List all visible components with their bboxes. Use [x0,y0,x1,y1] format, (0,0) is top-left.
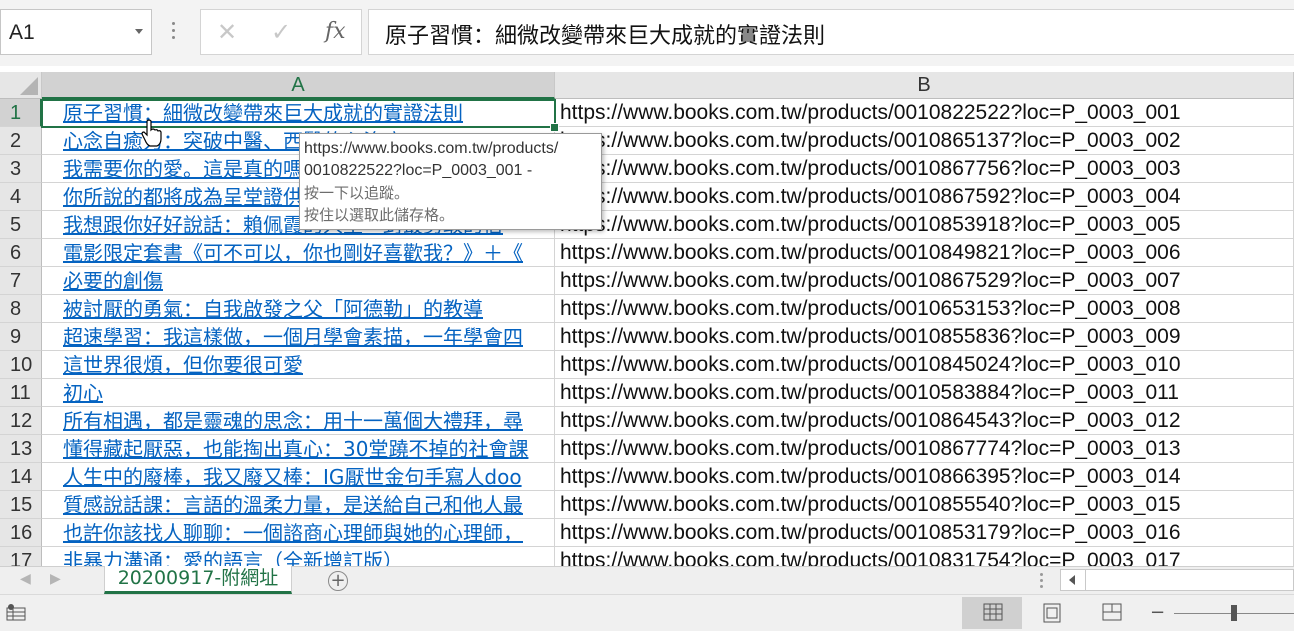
cell-a-hyperlink[interactable]: 初心 [42,379,555,407]
row-header[interactable]: 8 [0,295,42,323]
zoom-thumb[interactable] [1231,605,1237,621]
cancel-icon[interactable]: ✕ [217,18,237,46]
row-header[interactable]: 14 [0,463,42,491]
formula-input[interactable]: 原子習慣：細微改變帶來巨大成就的實證法則 [368,9,1294,55]
row-header[interactable]: 5 [0,211,42,239]
cell-b-url[interactable]: https://www.books.com.tw/products/001085… [555,519,1294,547]
row-header[interactable]: 13 [0,435,42,463]
cell-b-url[interactable]: https://www.books.com.tw/products/001086… [555,155,1294,183]
insert-function-icon[interactable]: fx [325,19,346,44]
cell-b-url[interactable]: https://www.books.com.tw/products/001086… [555,127,1294,155]
tooltip-select-hint: 按住以選取此儲存格。 [304,206,455,224]
row-header[interactable]: 9 [0,323,42,351]
name-box-value[interactable]: A1 [9,21,35,45]
cell-b-url[interactable]: https://www.books.com.tw/products/001084… [555,239,1294,267]
cell-b-url[interactable]: https://www.books.com.tw/products/001086… [555,407,1294,435]
cell-a-hyperlink[interactable]: 也許你該找人聊聊：一個諮商心理師與她的心理師， [42,519,555,547]
row-header[interactable]: 15 [0,491,42,519]
cell-a-hyperlink[interactable]: 電影限定套書《可不可以，你也剛好喜歡我？》＋《 [42,239,555,267]
select-all-button[interactable] [0,72,42,99]
row-header[interactable]: 11 [0,379,42,407]
worksheet-grid[interactable]: A B 1 原子習慣：細微改變帶來巨大成就的實證法則 https://www.boo… [0,72,1294,566]
prev-sheet-icon[interactable]: ◀ [20,571,31,587]
row-header[interactable]: 16 [0,519,42,547]
chevron-down-icon[interactable] [135,29,143,34]
row-header[interactable]: 1 [0,99,42,127]
cell-a-hyperlink[interactable]: 所有相遇，都是靈魂的思念：用十一萬個大禮拜，尋 [42,407,555,435]
tab-splitter-icon[interactable] [1040,573,1044,591]
next-sheet-icon[interactable]: ▶ [50,571,61,587]
more-options-icon[interactable] [172,22,176,42]
cell-a-hyperlink[interactable]: 非暴力溝通：愛的語言（全新增訂版） [42,547,555,566]
scroll-left-icon[interactable] [1061,570,1086,590]
cell-a-hyperlink[interactable]: 這世界很煩，但你要很可愛 [42,351,555,379]
row-header[interactable]: 2 [0,127,42,155]
cell-a-hyperlink[interactable]: 人生中的廢棒，我又廢又棒：IG厭世金句手寫人doo [42,463,555,491]
cell-b-url[interactable]: https://www.books.com.tw/products/001065… [555,295,1294,323]
formula-buttons: ✕ ✓ fx [200,9,362,55]
cell-b-url[interactable]: https://www.books.com.tw/products/001085… [555,491,1294,519]
fill-handle[interactable] [550,123,559,132]
tooltip-url-line2: 0010822522?loc=P_0003_001 - [304,162,533,179]
sheet-tab-bar: ◀ ▶ 20200917-附網址 + [0,566,1294,595]
column-header-b[interactable]: B [555,72,1294,99]
cell-b-url[interactable]: https://www.books.com.tw/products/001084… [555,351,1294,379]
row-header[interactable]: 17 [0,547,42,566]
cell-b-url[interactable]: https://www.books.com.tw/products/001058… [555,379,1294,407]
normal-view-button[interactable] [962,597,1022,629]
cell-a-hyperlink[interactable]: 被討厭的勇氣：自我啟發之父「阿德勒」的教導 [42,295,555,323]
cell-b-url[interactable]: https://www.books.com.tw/products/001085… [555,211,1294,239]
tooltip-url-line1: https://www.books.com.tw/products/ [304,140,559,157]
cell-b-url[interactable]: https://www.books.com.tw/products/001082… [555,99,1294,127]
cell-b-url[interactable]: https://www.books.com.tw/products/001083… [555,547,1294,566]
zoom-slider[interactable]: − [1150,602,1294,623]
cell-b-url[interactable]: https://www.books.com.tw/products/001086… [555,267,1294,295]
cell-b-url[interactable]: https://www.books.com.tw/products/001085… [555,323,1294,351]
page-layout-button[interactable] [1022,597,1082,629]
horizontal-scrollbar[interactable] [1060,569,1294,591]
row-header[interactable]: 7 [0,267,42,295]
cell-mode-icon[interactable] [6,603,26,621]
column-header-a[interactable]: A [42,72,555,99]
row-header[interactable]: 10 [0,351,42,379]
cell-a-hyperlink[interactable]: 超速學習：我這樣做，一個月學會素描，一年學會四 [42,323,555,351]
cell-b-url[interactable]: https://www.books.com.tw/products/001086… [555,183,1294,211]
page-layout-icon [1043,603,1061,623]
normal-view-icon [983,603,1003,621]
row-header[interactable]: 4 [0,183,42,211]
status-bar: − [0,594,1294,631]
add-sheet-icon[interactable]: + [328,571,348,591]
select-all-icon [20,77,38,95]
hand-cursor-icon [141,119,162,147]
sheet-tab-active[interactable]: 20200917-附網址 [104,566,292,594]
page-break-icon [1102,603,1122,621]
page-break-preview-button[interactable] [1082,597,1142,629]
name-box[interactable]: A1 [0,9,152,55]
hyperlink-tooltip: https://www.books.com.tw/products/ 00108… [299,133,602,230]
formula-bar: A1 ✕ ✓ fx 原子習慣：細微改變帶來巨大成就的實證法則 [0,0,1294,66]
cell-a-hyperlink[interactable]: 懂得藏起厭惡，也能掏出真心：30堂蹺不掉的社會課 [42,435,555,463]
formula-value[interactable]: 原子習慣：細微改變帶來巨大成就的實證法則 [385,18,825,50]
cell-a-hyperlink[interactable]: 質感說話課：言語的溫柔力量，是送給自己和他人最 [42,491,555,519]
row-header[interactable]: 3 [0,155,42,183]
tooltip-follow-hint: 按一下以追蹤。 [304,184,410,202]
zoom-out-icon[interactable]: − [1150,602,1165,623]
row-header[interactable]: 6 [0,239,42,267]
enter-icon[interactable]: ✓ [271,18,291,46]
cell-a-hyperlink[interactable]: 必要的創傷 [42,267,555,295]
cell-b-url[interactable]: https://www.books.com.tw/products/001086… [555,435,1294,463]
cell-b-url[interactable]: https://www.books.com.tw/products/001086… [555,463,1294,491]
row-header[interactable]: 12 [0,407,42,435]
cell-a-hyperlink[interactable]: 原子習慣：細微改變帶來巨大成就的實證法則 [42,99,555,127]
